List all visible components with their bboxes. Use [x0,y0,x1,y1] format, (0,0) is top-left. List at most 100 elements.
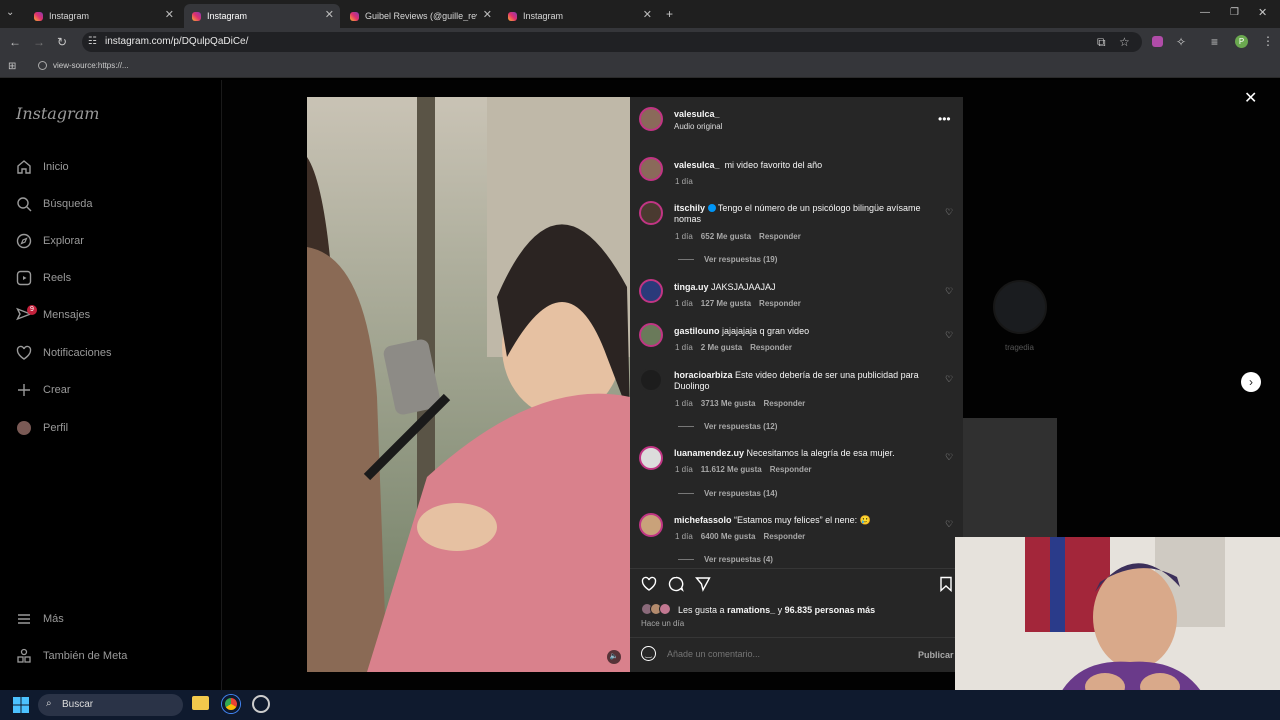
reply-button[interactable]: Responder [764,532,806,541]
likes-user[interactable]: ramations_ [727,605,775,615]
view-replies-button[interactable]: Ver respuestas (14) [678,489,777,498]
reply-button[interactable]: Responder [764,399,806,408]
tab-search-icon[interactable]: ⌄ [6,6,14,20]
caption-user[interactable]: valesulca_ [674,160,720,170]
save-bookmark-icon[interactable] [939,576,953,592]
instagram-logo[interactable]: Instagram [16,104,99,123]
sidebar-item-reels[interactable]: Reels [16,270,71,286]
install-app-icon[interactable]: ⧉ [1097,35,1106,49]
extensions-puzzle-icon[interactable]: ✧ [1176,35,1186,49]
view-replies-button[interactable]: Ver respuestas (4) [678,555,773,564]
view-replies-button[interactable]: Ver respuestas (19) [678,255,777,264]
windows-start-icon[interactable] [13,697,29,713]
like-comment-icon[interactable]: ♡ [945,286,955,296]
reply-button[interactable]: Responder [759,232,801,241]
comment-user[interactable]: gastilouno [674,326,720,336]
comment-avatar[interactable] [639,368,663,392]
back-icon[interactable]: ← [9,35,21,49]
close-tab-icon[interactable]: ✕ [325,8,334,21]
more-options-icon[interactable]: ••• [938,112,951,126]
chrome-icon[interactable] [222,695,240,713]
reply-button[interactable]: Responder [750,343,792,352]
reload-icon[interactable]: ↻ [57,35,67,49]
browser-tab-strip: ⌄ Instagram ✕ Instagram ✕ Guibel Reviews… [0,0,1280,28]
like-comment-icon[interactable]: ♡ [945,452,955,462]
comment-avatar[interactable] [639,201,663,225]
address-bar[interactable]: ☷ instagram.com/p/DQulpQaDiCe/ [82,32,1142,52]
like-post-icon[interactable] [641,576,657,592]
sidebar-item-busqueda[interactable]: Búsqueda [16,196,93,212]
browser-tab-3[interactable]: Guibel Reviews (@guille_review ✕ [342,4,498,28]
sidebar-item-crear[interactable]: Crear [16,382,71,398]
mute-icon[interactable]: 🔈 [607,650,621,664]
close-tab-icon[interactable]: ✕ [483,8,492,21]
app-icon[interactable] [252,695,270,713]
comment-avatar[interactable] [639,323,663,347]
file-explorer-icon[interactable] [192,696,209,710]
search-icon [17,197,32,212]
comment-icon[interactable] [668,576,684,592]
post-author[interactable]: valesulca_ [674,109,720,119]
forward-icon[interactable]: → [33,35,45,49]
new-tab-icon[interactable]: + [666,7,673,21]
liker-avatars[interactable] [641,603,675,615]
comment-avatar[interactable] [639,513,663,537]
publish-button[interactable]: Publicar [918,650,954,660]
share-icon[interactable] [695,576,711,592]
comment-user[interactable]: michefassolo [674,515,732,525]
tab-title: Guibel Reviews (@guille_review [365,11,477,21]
like-comment-icon[interactable]: ♡ [945,374,955,384]
comment-likes[interactable]: 6400 Me gusta [701,532,756,541]
comment-avatar[interactable] [639,446,663,470]
like-comment-icon[interactable]: ♡ [945,330,955,340]
caption-avatar[interactable] [639,157,663,181]
site-info-icon[interactable]: ☷ [88,35,97,49]
window-close-icon[interactable]: ✕ [1258,6,1267,20]
like-comment-icon[interactable]: ♡ [945,207,955,217]
next-post-chevron-icon[interactable]: › [1241,372,1261,392]
comment-likes[interactable]: 2 Me gusta [701,343,742,352]
sidebar-item-label: Más [43,613,64,625]
taskbar-search[interactable]: ⌕ Buscar [38,694,183,716]
emoji-picker-icon[interactable]: ‿ [641,646,656,661]
comment-likes[interactable]: 652 Me gusta [701,232,751,241]
sidebar-item-mas[interactable]: Más [16,611,64,627]
sidebar-item-inicio[interactable]: Inicio [16,159,69,175]
sidebar-item-explorar[interactable]: Explorar [16,233,84,249]
audio-label[interactable]: Audio original [674,122,722,131]
apps-grid-icon[interactable]: ⊞ [8,60,16,74]
browser-tab-4[interactable]: Instagram ✕ [500,4,658,28]
reel-video[interactable]: 🔈 [307,97,630,672]
menu-kebab-icon[interactable]: ⋮ [1262,34,1274,48]
close-tab-icon[interactable]: ✕ [643,8,652,21]
reply-button[interactable]: Responder [759,299,801,308]
close-tab-icon[interactable]: ✕ [165,8,174,21]
sidebar-item-perfil[interactable]: Perfil [16,420,68,436]
reply-button[interactable]: Responder [770,465,812,474]
bookmark-link[interactable]: view-source:https://... [53,61,129,70]
restore-icon[interactable]: ❐ [1230,6,1239,20]
profile-avatar[interactable]: P [1235,35,1248,48]
browser-tab-2[interactable]: Instagram ✕ [184,4,340,28]
comment-user[interactable]: luanamendez.uy [674,448,744,458]
view-replies-button[interactable]: Ver respuestas (12) [678,422,777,431]
like-comment-icon[interactable]: ♡ [945,519,955,529]
author-avatar[interactable] [639,107,663,131]
comment-user[interactable]: horacioarbiza [674,370,733,380]
comment-likes[interactable]: 11.612 Me gusta [701,465,762,474]
browser-tab-1[interactable]: Instagram ✕ [26,4,180,28]
media-controls-icon[interactable]: ≡ [1211,35,1218,49]
close-modal-icon[interactable]: ✕ [1244,88,1257,108]
extension-icon[interactable] [1152,36,1163,47]
comment-input[interactable] [667,647,897,661]
comment-user[interactable]: itschily [674,203,705,213]
sidebar-item-notificaciones[interactable]: Notificaciones [16,345,111,361]
likes-count[interactable]: 96.835 personas más [785,605,876,615]
comment-user[interactable]: tinga.uy [674,282,709,292]
comment-avatar[interactable] [639,279,663,303]
minimize-icon[interactable]: — [1200,6,1210,20]
comment-likes[interactable]: 3713 Me gusta [701,399,756,408]
sidebar-item-meta[interactable]: También de Meta [16,648,127,664]
bookmark-star-icon[interactable]: ☆ [1119,35,1130,49]
comment-likes[interactable]: 127 Me gusta [701,299,751,308]
